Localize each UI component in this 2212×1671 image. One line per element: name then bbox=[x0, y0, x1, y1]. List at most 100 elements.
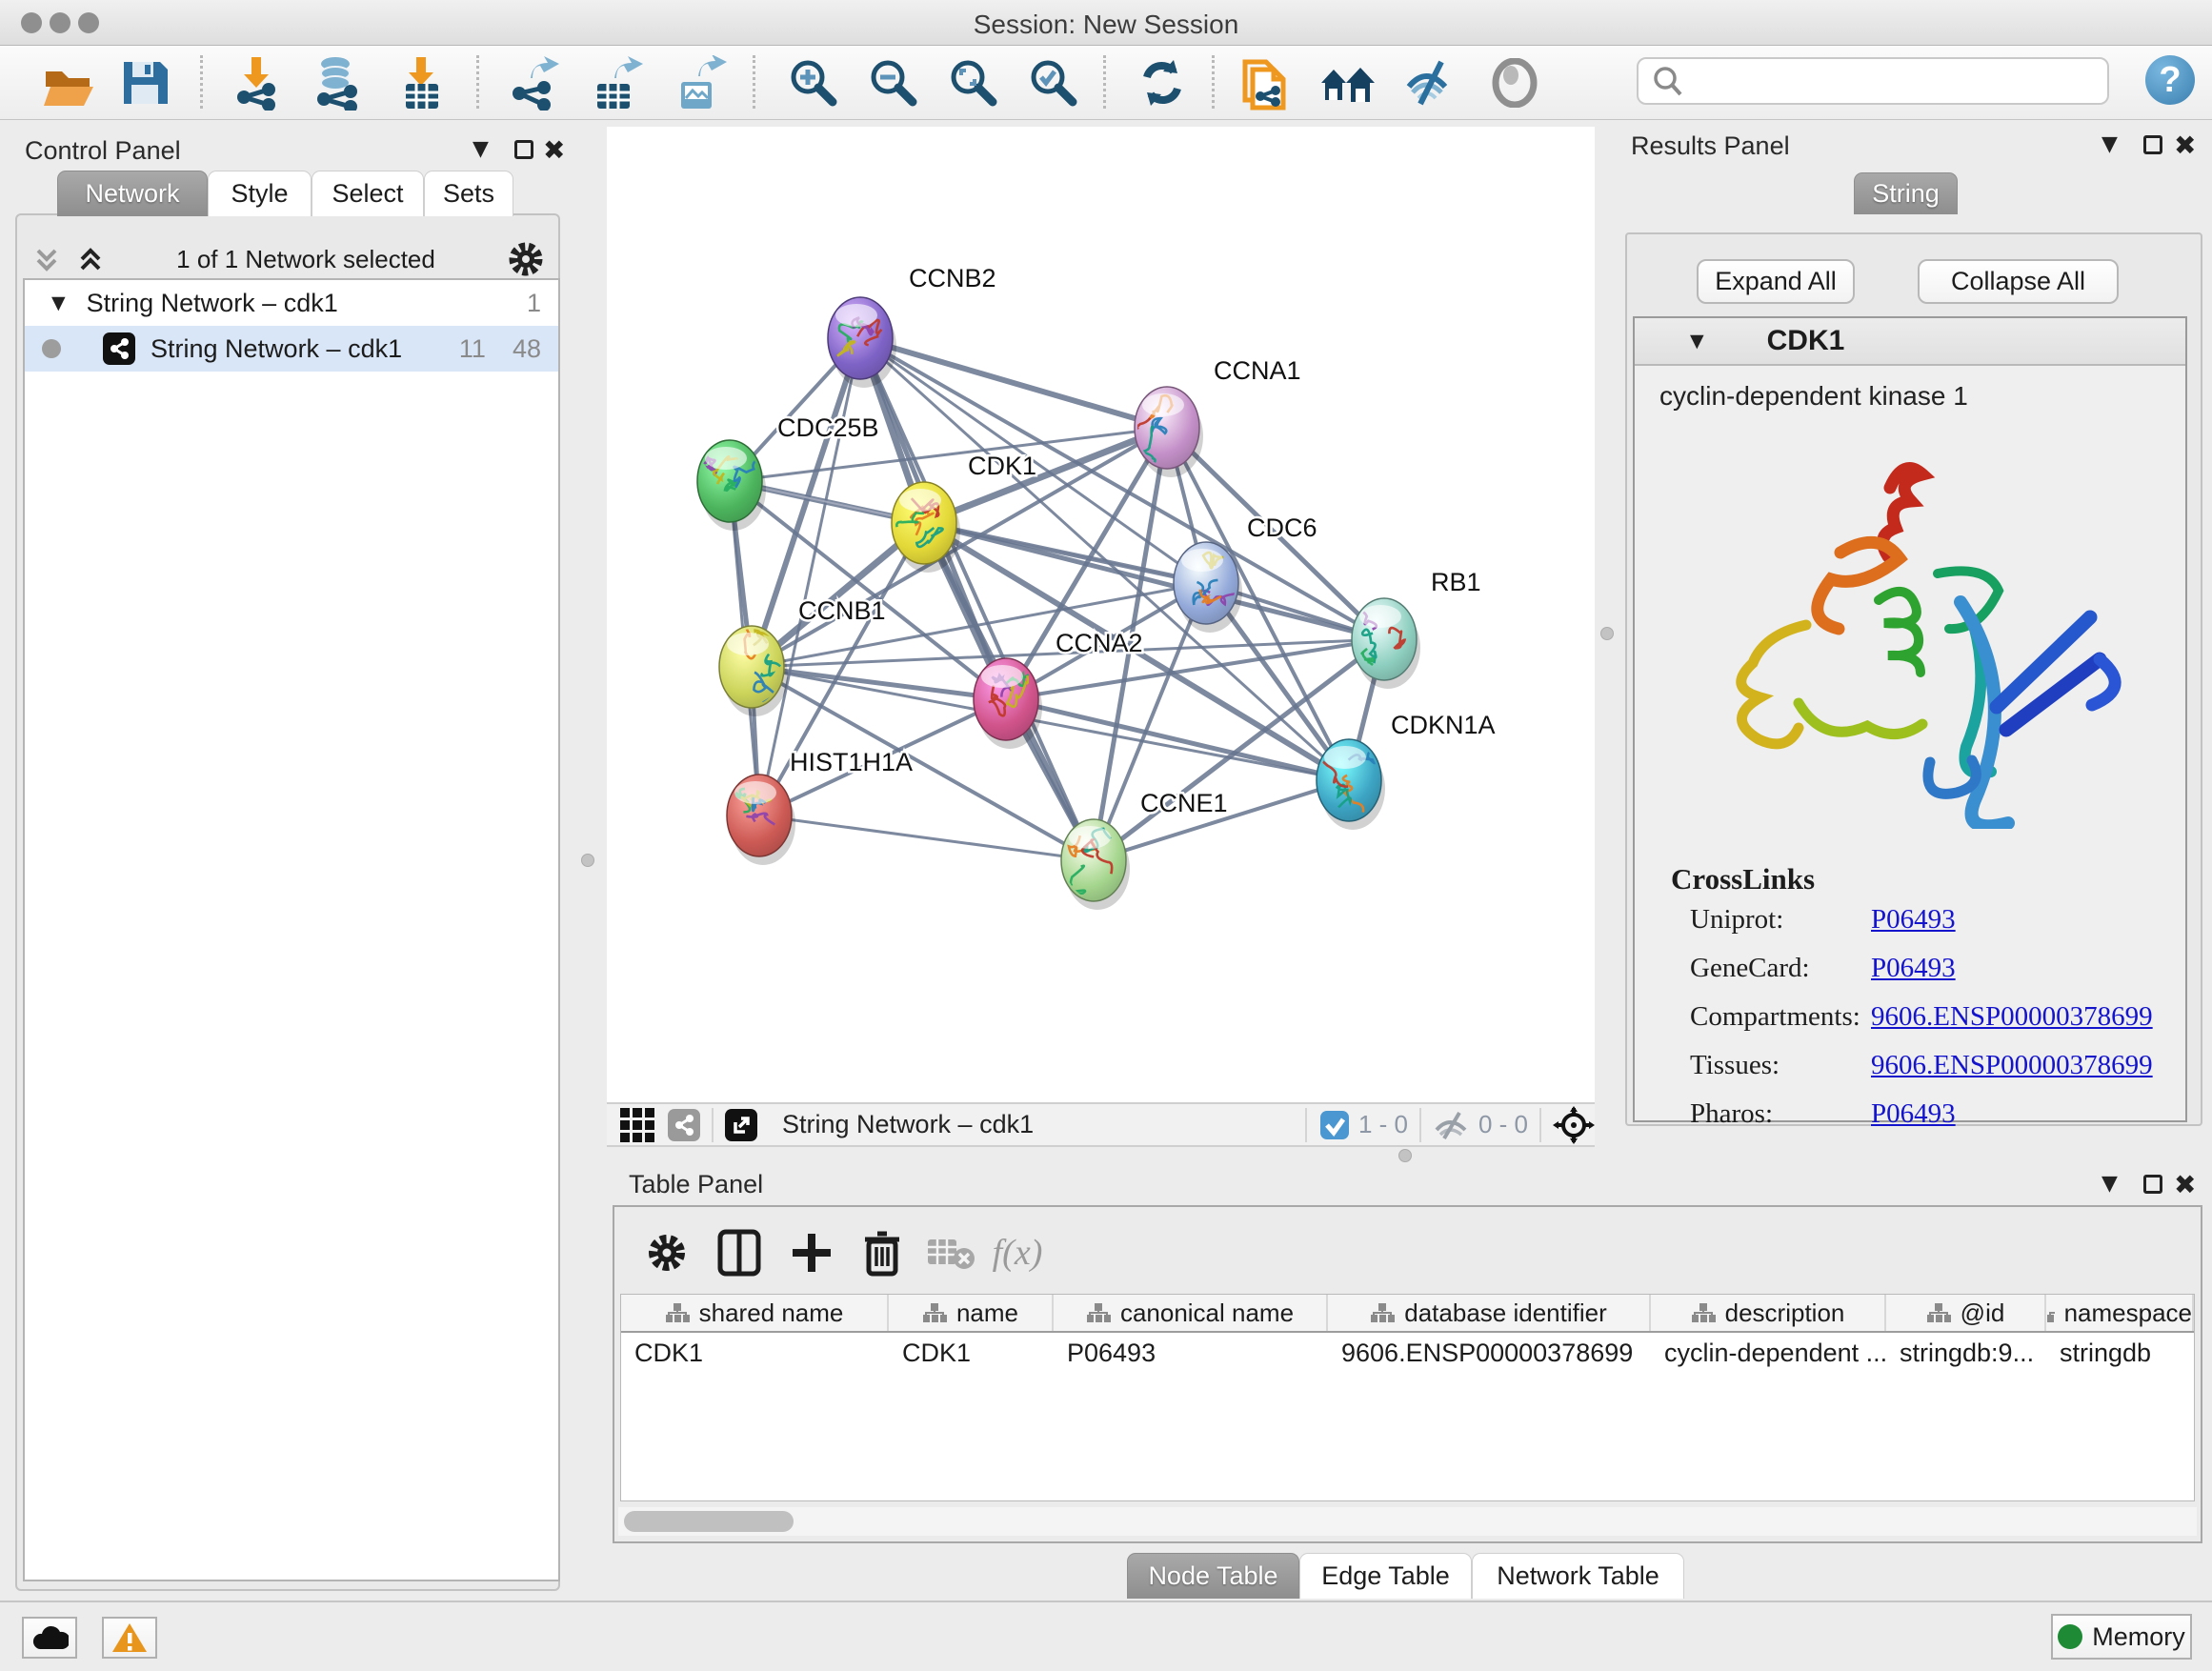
tab-network-table[interactable]: Network Table bbox=[1472, 1553, 1684, 1599]
network-node-CDKN1A[interactable]: CDKN1A bbox=[1313, 711, 1495, 830]
column-header-canonical-name[interactable]: canonical name bbox=[1054, 1295, 1328, 1331]
results-panel-float-icon[interactable] bbox=[2143, 135, 2162, 154]
show-columns-icon[interactable] bbox=[709, 1224, 770, 1281]
open-in-browser-icon[interactable] bbox=[725, 1109, 757, 1141]
network-node-RB1[interactable]: RB1 bbox=[1342, 568, 1481, 689]
network-options-gear-icon[interactable] bbox=[505, 238, 547, 280]
network-edge-CCNB1-CCNA2[interactable] bbox=[752, 667, 1006, 699]
table-row[interactable]: CDK1CDK1P064939606.ENSP00000378699cyclin… bbox=[621, 1333, 2194, 1373]
warnings-button[interactable] bbox=[102, 1617, 157, 1659]
node-label-CCNB2: CCNB2 bbox=[909, 264, 996, 292]
scrollbar-thumb[interactable] bbox=[624, 1511, 794, 1532]
import-table-icon[interactable] bbox=[391, 53, 452, 112]
left-splitter-handle[interactable] bbox=[581, 854, 594, 867]
tab-string-results[interactable]: String bbox=[1854, 172, 1958, 214]
table-panel-float-icon[interactable] bbox=[2143, 1175, 2162, 1194]
control-panel-title: Control Panel bbox=[25, 136, 181, 166]
table-horizontal-scrollbar[interactable] bbox=[618, 1507, 2197, 1536]
column-header-namespace[interactable]: namespace bbox=[2046, 1295, 2194, 1331]
network-node-CCNA1[interactable]: CCNA1 bbox=[1126, 356, 1300, 477]
collapse-all-chevron-icon[interactable] bbox=[30, 243, 63, 275]
show-all-eye-icon[interactable] bbox=[1484, 53, 1545, 112]
network-collection-row[interactable]: ▼ String Network – cdk1 1 bbox=[25, 280, 558, 326]
column-header-shared-name[interactable]: shared name bbox=[621, 1295, 889, 1331]
tab-edge-table[interactable]: Edge Table bbox=[1299, 1553, 1472, 1599]
cloud-status-button[interactable] bbox=[22, 1617, 77, 1659]
control-panel-close-icon[interactable]: ✖ bbox=[543, 134, 565, 166]
export-table-icon[interactable] bbox=[587, 53, 648, 112]
node-section-header[interactable]: ▼ CDK1 bbox=[1635, 318, 2185, 366]
table-panel-collapse-icon[interactable]: ▼ bbox=[2101, 1172, 2118, 1196]
tab-select[interactable]: Select bbox=[312, 171, 424, 216]
results-panel-collapse-icon[interactable]: ▼ bbox=[2101, 132, 2118, 156]
tab-node-table[interactable]: Node Table bbox=[1127, 1553, 1299, 1599]
tissues-link[interactable]: 9606.ENSP00000378699 bbox=[1871, 1050, 2153, 1081]
delete-table-icon[interactable] bbox=[920, 1224, 981, 1281]
open-session-icon[interactable] bbox=[38, 53, 99, 112]
memory-button[interactable]: Memory bbox=[2051, 1614, 2192, 1660]
pharos-link[interactable]: P06493 bbox=[1871, 1098, 1956, 1130]
genecard-link[interactable]: P06493 bbox=[1871, 953, 1956, 984]
table-panel-close-icon[interactable]: ✖ bbox=[2174, 1169, 2196, 1200]
hide-selected-eye-icon[interactable] bbox=[1400, 53, 1461, 112]
network-edge-CCNB2-CCNE1[interactable] bbox=[860, 338, 1094, 860]
import-network-icon[interactable] bbox=[227, 53, 288, 112]
section-collapse-icon[interactable]: ▼ bbox=[1690, 331, 1704, 352]
table-cell[interactable]: 9606.ENSP00000378699 bbox=[1328, 1339, 1651, 1368]
column-header-database-identifier[interactable]: database identifier bbox=[1328, 1295, 1651, 1331]
import-database-icon[interactable] bbox=[307, 53, 368, 112]
export-image-icon[interactable] bbox=[671, 53, 732, 112]
tab-network[interactable]: Network bbox=[57, 171, 208, 216]
bottom-splitter-handle[interactable] bbox=[1398, 1149, 1412, 1162]
search-input[interactable] bbox=[1692, 59, 2107, 103]
zoom-selected-icon[interactable] bbox=[1023, 53, 1084, 112]
delete-column-trash-icon[interactable] bbox=[852, 1224, 913, 1281]
help-icon[interactable]: ? bbox=[2145, 55, 2195, 105]
home-icon[interactable] bbox=[1317, 53, 1377, 112]
add-column-icon[interactable] bbox=[781, 1224, 842, 1281]
table-cell[interactable]: stringdb bbox=[2046, 1339, 2194, 1368]
save-session-icon[interactable] bbox=[114, 53, 175, 112]
table-cell[interactable]: CDK1 bbox=[621, 1339, 889, 1368]
network-node-CCNE1[interactable]: CCNE1 bbox=[1061, 789, 1228, 910]
table-cell[interactable]: P06493 bbox=[1054, 1339, 1328, 1368]
function-builder-icon[interactable]: f(x) bbox=[987, 1224, 1048, 1281]
compartments-link[interactable]: 9606.ENSP00000378699 bbox=[1871, 1001, 2153, 1033]
network-canvas[interactable]: CCNB2CCNA1CDC25BCDK1CDC6RB1CCNB1CCNA2CDK… bbox=[607, 127, 1595, 1102]
network-edge-CCNB2-CCNA1[interactable] bbox=[860, 338, 1167, 428]
string-style-icon[interactable] bbox=[668, 1109, 700, 1141]
results-panel-close-icon[interactable]: ✖ bbox=[2174, 130, 2196, 161]
table-settings-gear-icon[interactable] bbox=[636, 1224, 697, 1281]
tab-sets[interactable]: Sets bbox=[424, 171, 513, 216]
expand-all-chevron-icon[interactable] bbox=[74, 243, 107, 275]
table-cell[interactable]: stringdb:9... bbox=[1886, 1339, 2046, 1368]
collapse-all-button[interactable]: Collapse All bbox=[1918, 259, 2119, 304]
table-cell[interactable]: cyclin-dependent ... bbox=[1651, 1339, 1886, 1368]
search-field[interactable] bbox=[1637, 57, 2109, 105]
control-panel-collapse-icon[interactable]: ▼ bbox=[473, 137, 489, 161]
table-cell[interactable]: CDK1 bbox=[889, 1339, 1054, 1368]
column-header-name[interactable]: name bbox=[889, 1295, 1054, 1331]
zoom-out-icon[interactable] bbox=[863, 53, 924, 112]
column-header--id[interactable]: @id bbox=[1886, 1295, 2046, 1331]
export-network-icon[interactable] bbox=[503, 53, 564, 112]
control-panel-float-icon[interactable] bbox=[514, 140, 533, 159]
refresh-layout-icon[interactable] bbox=[1132, 53, 1193, 112]
uniprot-link[interactable]: P06493 bbox=[1871, 904, 1956, 936]
hidden-eye-slash-icon[interactable] bbox=[1433, 1109, 1471, 1141]
network-edge-CCNB2-HIST1H1A[interactable] bbox=[759, 338, 860, 815]
fit-content-crosshair-icon[interactable] bbox=[1553, 1106, 1595, 1144]
tab-style[interactable]: Style bbox=[208, 171, 312, 216]
network-row[interactable]: String Network – cdk1 11 48 bbox=[25, 326, 558, 372]
right-splitter-handle[interactable] bbox=[1600, 627, 1614, 640]
column-header-description[interactable]: description bbox=[1651, 1295, 1886, 1331]
tree-expander-icon[interactable]: ▼ bbox=[51, 292, 66, 313]
expand-all-button[interactable]: Expand All bbox=[1697, 259, 1855, 304]
zoom-in-icon[interactable] bbox=[783, 53, 844, 112]
share-document-icon[interactable] bbox=[1235, 53, 1296, 112]
selected-count-checkbox-icon[interactable] bbox=[1318, 1109, 1351, 1141]
birds-eye-view-icon[interactable] bbox=[620, 1108, 654, 1142]
zoom-fit-icon[interactable] bbox=[943, 53, 1004, 112]
network-node-CDC25B[interactable]: CDC25B bbox=[697, 413, 879, 531]
network-edge-HIST1H1A-CCNE1[interactable] bbox=[759, 815, 1094, 860]
